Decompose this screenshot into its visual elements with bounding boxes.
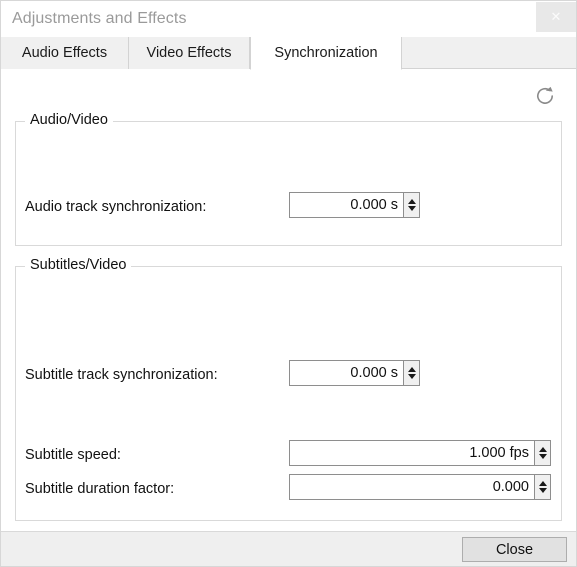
triangle-down-icon (538, 454, 547, 459)
adjustments-and-effects-dialog: Adjustments and Effects ✕ Audio Effects … (0, 0, 577, 567)
group-title: Subtitles/Video (25, 257, 132, 273)
triangle-down-icon (407, 206, 416, 211)
synchronization-panel: Audio/Video Audio track synchronization:… (1, 69, 576, 531)
spinbox-value[interactable]: 1.000 fps (290, 441, 534, 465)
close-button-label: Close (495, 541, 534, 558)
title-bar: Adjustments and Effects ✕ (1, 1, 576, 37)
spinbox-increment-button[interactable] (535, 475, 550, 487)
spinbox-buttons (534, 475, 550, 499)
close-button[interactable]: Close (462, 537, 567, 562)
spinbox-decrement-button[interactable] (404, 205, 419, 217)
spinbox-value[interactable]: 0.000 s (290, 193, 403, 217)
triangle-down-icon (407, 374, 416, 379)
spinbox-subtitle-speed[interactable]: 1.000 fps (289, 440, 551, 466)
spinbox-value[interactable]: 0.000 s (290, 361, 403, 385)
spinbox-buttons (403, 361, 419, 385)
triangle-down-icon (538, 488, 547, 493)
reset-button[interactable] (532, 83, 558, 109)
spinbox-decrement-button[interactable] (535, 487, 550, 499)
triangle-up-icon (407, 199, 416, 204)
tab-audio-effects[interactable]: Audio Effects (1, 37, 129, 69)
label-subtitle-track-synchronization: Subtitle track synchronization: (25, 367, 218, 383)
group-audio-video: Audio/Video (15, 112, 562, 246)
tab-video-effects[interactable]: Video Effects (129, 37, 250, 69)
spinbox-decrement-button[interactable] (404, 373, 419, 385)
triangle-up-icon (538, 447, 547, 452)
tab-synchronization[interactable]: Synchronization (250, 37, 402, 70)
spinbox-increment-button[interactable] (404, 361, 419, 373)
triangle-up-icon (538, 481, 547, 486)
spinbox-increment-button[interactable] (404, 193, 419, 205)
close-icon: ✕ (550, 9, 562, 25)
dialog-footer: Close (1, 531, 576, 566)
spinbox-buttons (403, 193, 419, 217)
label-subtitle-duration-factor: Subtitle duration factor: (25, 481, 175, 497)
tab-label: Video Effects (146, 45, 232, 61)
spinbox-subtitle-duration-factor[interactable]: 0.000 (289, 474, 551, 500)
group-title: Audio/Video (25, 112, 113, 128)
tab-label: Synchronization (274, 45, 378, 61)
spinbox-audio-track-synchronization[interactable]: 0.000 s (289, 192, 420, 218)
label-subtitle-speed: Subtitle speed: (25, 447, 121, 463)
spinbox-increment-button[interactable] (535, 441, 550, 453)
triangle-up-icon (407, 367, 416, 372)
tab-bar: Audio Effects Video Effects Synchronizat… (1, 37, 576, 70)
window-close-button[interactable]: ✕ (536, 2, 576, 32)
tab-label: Audio Effects (21, 45, 108, 61)
window-title: Adjustments and Effects (12, 10, 187, 27)
spinbox-buttons (534, 441, 550, 465)
spinbox-decrement-button[interactable] (535, 453, 550, 465)
spinbox-value[interactable]: 0.000 (290, 475, 534, 499)
label-audio-track-synchronization: Audio track synchronization: (25, 199, 207, 215)
spinbox-subtitle-track-synchronization[interactable]: 0.000 s (289, 360, 420, 386)
refresh-icon (537, 86, 553, 104)
